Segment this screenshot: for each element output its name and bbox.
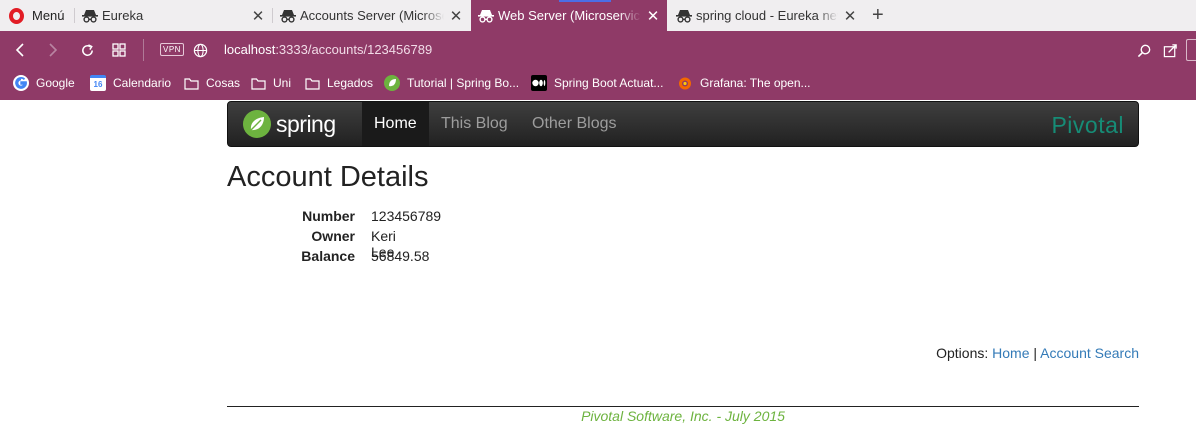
grafana-icon	[677, 75, 693, 91]
options-account-search-link[interactable]: Account Search	[1040, 345, 1139, 361]
address-divider	[143, 39, 144, 61]
detail-value: 56849.58	[371, 248, 430, 264]
bookmark-label: Grafana: The open...	[700, 76, 811, 90]
bookmark-label: Tutorial | Spring Bo...	[407, 76, 520, 90]
bookmark-legados[interactable]: Legados	[304, 75, 373, 91]
nav-home[interactable]: Home	[362, 102, 429, 146]
bookmark-google[interactable]: Google	[13, 75, 75, 91]
bookmark-label: Legados	[327, 76, 374, 90]
forward-icon[interactable]	[42, 39, 64, 61]
detail-label: Number	[302, 208, 355, 224]
page-title: Account Details	[227, 161, 429, 193]
folder-icon	[304, 75, 320, 91]
bookmark-spring-boot-actuator[interactable]: Spring Boot Actuat...	[531, 75, 663, 91]
tab-title: Accounts Server (Microservices)	[300, 8, 444, 23]
tab-title: spring cloud - Eureka never unregisters	[696, 8, 838, 23]
bookmark-uni[interactable]: Uni	[250, 75, 291, 91]
spring-leaf-icon	[384, 75, 400, 91]
tab-spring-cloud[interactable]: spring cloud - Eureka never unregisters …	[668, 0, 864, 31]
site-navbar: spring Home This Blog Other Blogs Pivota…	[227, 101, 1139, 147]
folder-icon	[250, 75, 266, 91]
detail-label: Balance	[301, 248, 355, 264]
spring-leaf-icon	[243, 110, 271, 138]
incognito-icon	[82, 9, 98, 23]
bookmark-tutorial-spring[interactable]: Tutorial | Spring Bo...	[384, 75, 519, 91]
nav-this-blog[interactable]: This Blog	[429, 102, 520, 146]
opera-menu-button[interactable]: Menú	[0, 0, 74, 31]
tab-accounts-server[interactable]: Accounts Server (Microservices) ✕	[272, 0, 470, 31]
url-path: :3333/accounts/123456789	[275, 42, 433, 57]
bookmark-calendario[interactable]: 16 Calendario	[90, 75, 171, 91]
detail-label: Owner	[311, 228, 355, 244]
close-tab-icon[interactable]: ✕	[645, 7, 661, 25]
options-label: Options:	[936, 345, 989, 361]
close-tab-icon[interactable]: ✕	[842, 7, 858, 25]
sidebar-toggle[interactable]	[1186, 39, 1196, 61]
bookmark-label: Calendario	[113, 76, 172, 90]
bookmark-label: Spring Boot Actuat...	[554, 76, 664, 90]
logo-text: spring	[276, 110, 336, 137]
opera-logo-icon	[9, 7, 24, 24]
tab-eureka[interactable]: Eureka ✕	[74, 0, 272, 31]
bookmark-label: Google	[36, 76, 75, 90]
incognito-icon	[478, 9, 494, 23]
pivotal-logo[interactable]: Pivotal	[1051, 112, 1124, 139]
medium-icon	[531, 75, 547, 91]
folder-icon	[183, 75, 199, 91]
menu-label: Menú	[32, 8, 65, 23]
url-host: localhost	[224, 42, 276, 57]
back-icon[interactable]	[9, 39, 31, 61]
options-bar: Options: Home | Account Search	[936, 345, 1139, 361]
footer-text: Pivotal Software, Inc. - July 2015	[581, 408, 785, 424]
nav-other-blogs[interactable]: Other Blogs	[520, 102, 628, 146]
bookmark-grafana[interactable]: Grafana: The open...	[677, 75, 811, 91]
search-icon[interactable]	[1135, 41, 1153, 59]
footer-divider	[227, 406, 1139, 407]
bookmarks-bar: Google 16 Calendario Cosas Uni Legados T…	[0, 69, 1196, 100]
tab-strip: Menú Eureka ✕ Accounts Server (Microserv…	[0, 0, 1196, 31]
tab-title: Eureka	[102, 8, 144, 23]
snapshot-icon[interactable]	[1161, 41, 1179, 59]
options-separator: |	[1033, 345, 1038, 361]
address-bar: VPN localhost:3333/accounts/123456789	[0, 31, 1196, 69]
bookmark-label: Cosas	[206, 76, 241, 90]
detail-value: 123456789	[371, 208, 442, 224]
globe-icon[interactable]	[189, 39, 211, 61]
close-tab-icon[interactable]: ✕	[250, 7, 266, 25]
bookmark-cosas[interactable]: Cosas	[183, 75, 240, 91]
speed-dial-icon[interactable]	[108, 39, 130, 61]
google-icon	[13, 75, 29, 91]
close-tab-icon[interactable]: ✕	[448, 7, 464, 25]
options-home-link[interactable]: Home	[992, 345, 1029, 361]
bookmark-label: Uni	[273, 76, 292, 90]
spring-logo[interactable]: spring	[243, 110, 336, 138]
url-field[interactable]: localhost:3333/accounts/123456789	[224, 42, 432, 57]
new-tab-button[interactable]: +	[872, 4, 884, 27]
incognito-icon	[280, 9, 296, 23]
incognito-icon	[676, 9, 692, 23]
calendar-icon: 16	[90, 75, 106, 91]
vpn-badge[interactable]: VPN	[160, 43, 184, 56]
tab-title: Web Server (Microservices Demo)	[498, 8, 641, 23]
tab-web-server[interactable]: Web Server (Microservices Demo) ✕	[471, 0, 667, 31]
reload-icon[interactable]	[76, 39, 98, 61]
